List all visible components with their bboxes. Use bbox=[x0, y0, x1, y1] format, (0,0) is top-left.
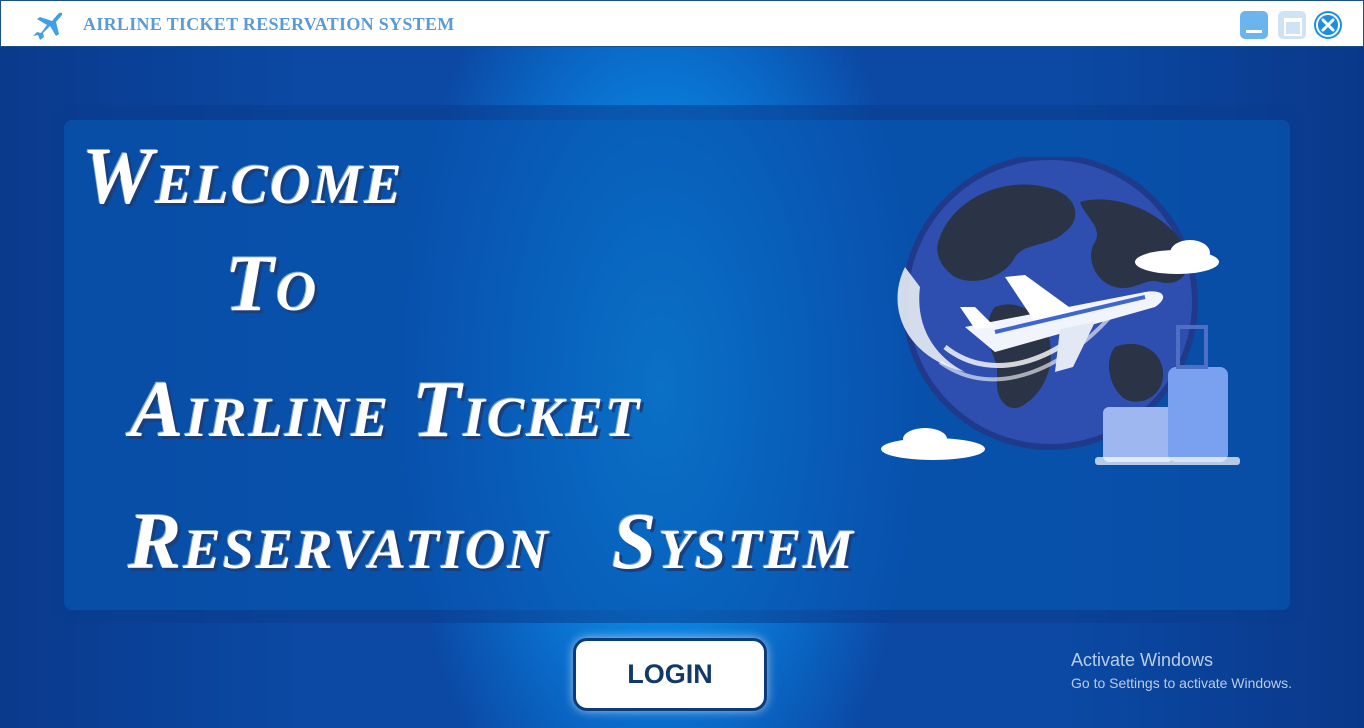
system-name-line-2: Reservation System bbox=[128, 498, 856, 586]
system-name-line-1: Airline Ticket bbox=[130, 366, 642, 454]
welcome-to-text: To bbox=[225, 240, 319, 328]
welcome-heading: Welcome bbox=[82, 133, 404, 221]
close-icon bbox=[1316, 13, 1340, 37]
activate-windows-watermark: Activate Windows Go to Settings to activ… bbox=[1071, 650, 1292, 691]
close-button[interactable] bbox=[1314, 11, 1342, 39]
title-bar: AIRLINE TICKET RESERVATION SYSTEM bbox=[0, 0, 1364, 47]
globe-airplane-illustration bbox=[881, 157, 1240, 465]
activate-windows-subtitle: Go to Settings to activate Windows. bbox=[1071, 675, 1292, 691]
login-button-label: LOGIN bbox=[627, 659, 713, 689]
main-area: Welcome To Airline Ticket Reservation Sy… bbox=[0, 47, 1364, 728]
window-title: AIRLINE TICKET RESERVATION SYSTEM bbox=[83, 14, 455, 34]
activate-windows-title: Activate Windows bbox=[1071, 650, 1214, 670]
maximize-button[interactable] bbox=[1278, 11, 1306, 39]
login-button[interactable]: LOGIN bbox=[573, 638, 767, 711]
minimize-button[interactable] bbox=[1240, 11, 1268, 39]
airplane-icon bbox=[33, 12, 63, 40]
